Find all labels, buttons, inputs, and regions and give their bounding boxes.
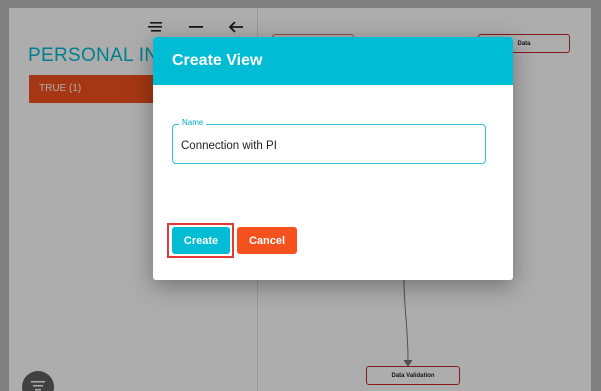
- app-window: PERSONAL INFOR TRUE (1) Data Data Valida…: [0, 0, 601, 391]
- cancel-button[interactable]: Cancel: [237, 227, 297, 254]
- name-field[interactable]: Name Connection with PI: [172, 118, 486, 164]
- dialog-title: Create View: [153, 37, 513, 85]
- name-field-label: Name: [179, 118, 207, 127]
- name-input[interactable]: Connection with PI: [181, 140, 277, 152]
- create-button[interactable]: Create: [172, 227, 230, 254]
- create-view-dialog: Create View Name Connection with PI Crea…: [153, 37, 513, 280]
